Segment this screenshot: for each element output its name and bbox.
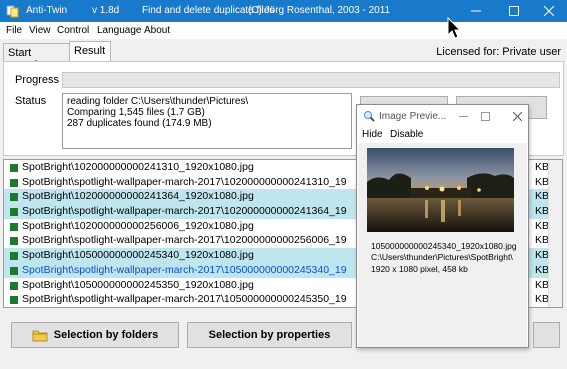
app-name: Anti-Twin xyxy=(26,5,68,16)
file-size: KB xyxy=(535,175,550,188)
preview-image xyxy=(367,148,514,232)
mouse-cursor-icon xyxy=(447,17,461,39)
selection-by-folders-label: Selection by folders xyxy=(53,329,159,341)
marker-icon xyxy=(10,266,18,275)
status-text-box: reading folder C:\Users\thunder\Pictures… xyxy=(62,93,352,149)
file-name: SpotBright\spotlight-wallpaper-march-201… xyxy=(22,293,347,306)
file-size: KB xyxy=(535,249,550,262)
file-size: KB xyxy=(535,293,550,306)
maximize-icon xyxy=(509,6,519,16)
file-size: KB xyxy=(535,205,550,218)
file-name: SpotBright\105000000000245340_1920x1080.… xyxy=(22,249,254,262)
file-size: KB xyxy=(535,190,550,203)
license-label: Licensed for: Private user xyxy=(436,46,561,58)
file-name: SpotBright\102000000000241310_1920x1080.… xyxy=(22,161,254,173)
status-label: Status xyxy=(15,95,47,107)
file-size: KB xyxy=(535,263,550,276)
app-icon xyxy=(6,5,19,18)
close-icon[interactable] xyxy=(513,112,522,121)
tab-strip: Start search Result Licensed for: Privat… xyxy=(0,39,567,71)
status-line-duplicates: 287 duplicates found (174.9 MB) xyxy=(67,118,212,129)
preview-dimensions: 1920 x 1080 pixel, 458 kb xyxy=(371,264,468,274)
hidden-button[interactable] xyxy=(533,322,560,348)
file-size: KB xyxy=(535,219,550,232)
file-name: SpotBright\102000000000256006_1920x1080.… xyxy=(22,219,254,232)
file-name: SpotBright\spotlight-wallpaper-march-201… xyxy=(22,175,347,188)
folder-icon xyxy=(32,330,48,341)
app-version: v 1.8d xyxy=(92,5,120,16)
selection-by-properties-button[interactable]: Selection by properties xyxy=(187,322,352,348)
marker-icon xyxy=(10,208,18,217)
magnifier-icon xyxy=(364,111,375,122)
marker-icon xyxy=(10,193,18,202)
status-line-reading: reading folder C:\Users\thunder\Pictures… xyxy=(67,96,249,107)
minimize-button[interactable] xyxy=(458,0,494,22)
file-name: SpotBright\105000000000245350_1920x1080.… xyxy=(22,278,254,291)
close-button[interactable] xyxy=(531,0,567,22)
file-name: SpotBright\102000000000241364_1920x1080.… xyxy=(22,190,254,203)
status-line-comparing: Comparing 1,545 files (1.7 GB) xyxy=(67,107,205,118)
close-icon xyxy=(544,6,554,16)
preview-path: C:\Users\thunder\Pictures\SpotBright\ xyxy=(371,252,513,262)
preview-menu: Hide Disable xyxy=(357,127,528,143)
marker-icon xyxy=(10,252,18,261)
menu-file[interactable]: File xyxy=(6,25,22,36)
file-size: KB xyxy=(535,278,550,291)
marker-icon xyxy=(10,281,18,290)
file-size: KB xyxy=(535,161,550,173)
minimize-icon xyxy=(471,10,481,12)
preview-title-bar: Image Previe... xyxy=(357,105,528,127)
tab-result[interactable]: Result xyxy=(69,41,111,61)
menu-view[interactable]: View xyxy=(29,25,51,36)
preview-menu-disable[interactable]: Disable xyxy=(390,129,423,140)
progress-label: Progress xyxy=(15,74,60,86)
maximize-button[interactable] xyxy=(496,0,532,22)
marker-icon xyxy=(10,296,18,305)
image-preview-window: Image Previe... Hide Disable 10500000000… xyxy=(356,104,529,348)
selection-by-folders-button[interactable]: Selection by folders xyxy=(11,322,179,348)
minimize-icon[interactable] xyxy=(459,112,468,121)
marker-icon xyxy=(10,164,18,172)
menu-about[interactable]: About xyxy=(144,25,170,36)
marker-icon xyxy=(10,222,18,231)
preview-body: 105000000000245340_1920x1080.jpg C:\User… xyxy=(358,143,527,347)
preview-menu-hide[interactable]: Hide xyxy=(362,129,383,140)
app-copyright: (C) Jörg Rosenthal, 2003 - 2011 xyxy=(248,5,391,16)
file-name: SpotBright\spotlight-wallpaper-march-201… xyxy=(22,205,347,218)
file-name: SpotBright\spotlight-wallpaper-march-201… xyxy=(22,263,347,276)
tab-start-search[interactable]: Start search xyxy=(3,43,70,71)
menu-control[interactable]: Control xyxy=(57,25,89,36)
maximize-icon[interactable] xyxy=(481,112,490,121)
file-size: KB xyxy=(535,234,550,247)
marker-icon xyxy=(10,178,18,187)
preview-filename: 105000000000245340_1920x1080.jpg xyxy=(371,241,517,251)
list-scrollbar[interactable] xyxy=(548,160,562,307)
marker-icon xyxy=(10,237,18,246)
preview-title: Image Previe... xyxy=(379,111,447,122)
menu-language[interactable]: Language xyxy=(97,25,142,36)
title-bar: Anti-Twin v 1.8d Find and delete duplica… xyxy=(0,0,567,22)
progress-bar xyxy=(62,72,560,88)
menu-bar: File View Control Language About xyxy=(0,22,567,39)
selection-by-properties-label: Selection by properties xyxy=(208,329,331,341)
file-name: SpotBright\spotlight-wallpaper-march-201… xyxy=(22,234,347,247)
